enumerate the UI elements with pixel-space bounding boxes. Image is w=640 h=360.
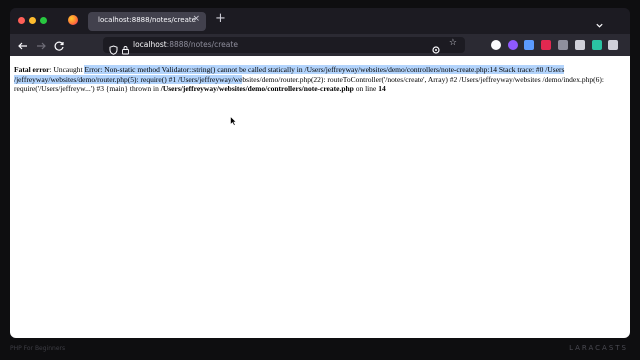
url-host: localhost	[133, 40, 167, 49]
nav-toolbar: localhost:8888/notes/create ☆	[10, 34, 630, 56]
tab-strip: localhost:8888/notes/create × +	[10, 8, 630, 34]
close-window-button[interactable]	[18, 17, 25, 24]
fatal-error-message: Fatal error: Uncaught Error: Non-static …	[14, 65, 608, 94]
mouse-cursor-icon	[230, 111, 238, 130]
active-tab[interactable]: localhost:8888/notes/create ×	[88, 12, 206, 31]
vue-devtools-icon[interactable]	[558, 40, 568, 50]
brand-watermark: LARACASTS	[569, 344, 628, 352]
tab-close-icon[interactable]: ×	[192, 15, 200, 24]
new-tab-button[interactable]: +	[215, 12, 226, 25]
course-title: PHP For Beginners	[10, 345, 66, 352]
extension-green-icon[interactable]	[592, 40, 602, 50]
pocket-extension-icon[interactable]	[508, 40, 518, 50]
maximize-window-button[interactable]	[40, 17, 47, 24]
error-line-number: 14	[378, 84, 386, 94]
library-icon[interactable]	[608, 40, 618, 50]
error-on-line: on line	[353, 84, 379, 94]
extension-icon[interactable]	[575, 40, 585, 50]
browser-window: localhost:8888/notes/create × + localhos…	[10, 8, 630, 338]
error-uncaught: Uncaught	[53, 65, 85, 74]
url-text[interactable]: localhost:8888/notes/create	[133, 40, 238, 49]
devtools-icon[interactable]	[491, 40, 501, 50]
error-file: /Users/jeffreyway/websites/demo/controll…	[160, 84, 354, 94]
adblock-icon[interactable]	[541, 40, 551, 50]
error-label: Fatal error	[14, 65, 50, 74]
page-content: Fatal error: Uncaught Error: Non-static …	[10, 56, 630, 338]
reload-icon[interactable]	[52, 38, 66, 52]
forward-arrow-icon[interactable]	[34, 38, 48, 52]
bookmark-star-icon[interactable]: ☆	[449, 39, 457, 48]
tab-title: localhost:8888/notes/create	[98, 16, 196, 24]
firefox-icon[interactable]	[68, 15, 78, 25]
url-bar[interactable]: localhost:8888/notes/create ☆	[103, 37, 465, 55]
minimize-window-button[interactable]	[29, 17, 36, 24]
back-arrow-icon[interactable]	[16, 38, 30, 52]
url-path: :8888/notes/create	[166, 40, 238, 49]
color-picker-icon[interactable]	[524, 40, 534, 50]
tab-list-chevron-icon[interactable]	[595, 15, 604, 34]
